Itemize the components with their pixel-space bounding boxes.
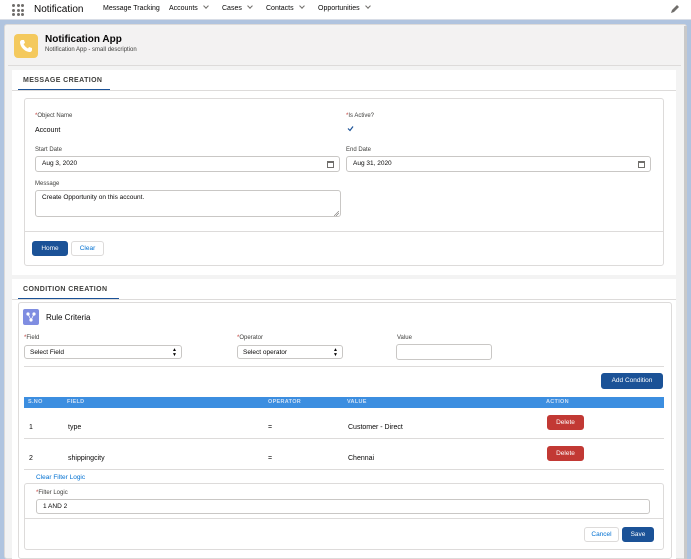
object-name-label: *Object Name [35, 113, 73, 119]
object-name-value: Account [35, 127, 61, 134]
row-1-operator: = [268, 424, 273, 431]
message-form-card [24, 98, 664, 266]
field-select[interactable]: Select Field ▲ ▼ [24, 345, 182, 359]
divider [24, 366, 664, 367]
operator-select[interactable]: Select operator ▲ ▼ [237, 345, 343, 359]
row-1-sno: 1 [29, 424, 33, 431]
rule-criteria-title: Rule Criteria [46, 313, 91, 322]
chevron-down-icon[interactable] [202, 3, 209, 9]
page-subtitle: Notification App - small description [45, 47, 137, 53]
save-button[interactable]: Save [622, 527, 654, 542]
table-row-divider [24, 469, 664, 470]
page-title: Notification App [45, 34, 122, 45]
nav-item-message-tracking[interactable]: Message Tracking [103, 5, 160, 12]
clear-filter-logic-link[interactable]: Clear Filter Logic [36, 474, 85, 481]
calendar-icon[interactable] [327, 161, 334, 168]
row-1-value: Customer - Direct [348, 424, 403, 431]
column-header-sno: S.NO [28, 399, 43, 405]
row-2-sno: 2 [29, 455, 33, 462]
filter-logic-input[interactable]: 1 AND 2 [36, 499, 650, 514]
select-arrows-icon: ▲ ▼ [333, 347, 338, 358]
value-input[interactable] [396, 344, 492, 360]
end-date-input[interactable]: Aug 31, 2020 [346, 156, 651, 172]
row-2-operator: = [268, 455, 273, 462]
is-active-checkbox[interactable] [347, 125, 354, 132]
is-active-label: *Is Active? [346, 113, 375, 119]
cancel-button[interactable]: Cancel [584, 527, 619, 542]
edit-pencil-icon[interactable] [670, 4, 680, 14]
resize-handle-icon[interactable] [334, 211, 339, 216]
page-scrollbar[interactable] [684, 26, 687, 559]
filter-logic-card [24, 483, 664, 550]
nav-item-opportunities[interactable]: Opportunities [318, 3, 371, 12]
chevron-down-icon[interactable] [298, 3, 305, 9]
column-header-value: VALUE [347, 399, 367, 405]
nav-item-accounts[interactable]: Accounts [169, 3, 209, 12]
divider [25, 231, 663, 232]
app-name: Notification [34, 4, 84, 15]
operator-label: *Operator [237, 335, 264, 341]
add-condition-button[interactable]: Add Condition [601, 373, 663, 389]
message-textarea[interactable]: Create Opportunity on this account. [35, 190, 341, 217]
nav-item-contacts[interactable]: Contacts [266, 3, 305, 12]
app-launcher-icon[interactable] [12, 4, 24, 16]
end-date-label: End Date [346, 147, 372, 153]
message-label: Message [35, 181, 60, 187]
table-row-divider [24, 438, 664, 439]
start-date-input[interactable]: Aug 3, 2020 [35, 156, 340, 172]
select-arrows-icon: ▲ ▼ [172, 347, 177, 358]
field-label: *Field [24, 335, 40, 341]
calendar-icon[interactable] [638, 161, 645, 168]
row-2-value: Chennai [348, 455, 375, 462]
delete-row-1-button[interactable]: Delete [547, 415, 584, 430]
phone-icon [14, 34, 38, 58]
chevron-down-icon[interactable] [247, 3, 253, 9]
nav-item-cases[interactable]: Cases [222, 3, 253, 12]
chevron-down-icon[interactable] [364, 3, 371, 9]
row-2-field: shippingcity [68, 455, 105, 462]
start-date-label: Start Date [35, 147, 63, 153]
divider [12, 299, 676, 300]
home-button[interactable]: Home [32, 241, 68, 256]
column-header-action: ACTION [546, 399, 569, 405]
column-header-operator: OPERATOR [268, 399, 302, 405]
delete-row-2-button[interactable]: Delete [547, 446, 584, 461]
column-header-field: FIELD [67, 399, 85, 405]
condition-creation-title: CONDITION CREATION [23, 286, 108, 293]
divider [25, 518, 663, 519]
message-creation-title: MESSAGE CREATION [23, 77, 103, 84]
clear-button[interactable]: Clear [71, 241, 104, 256]
row-1-field: type [68, 424, 82, 431]
value-label: Value [397, 335, 412, 341]
divider [12, 90, 676, 91]
rule-criteria-icon [23, 309, 39, 325]
filter-logic-label: *Filter Logic [36, 490, 68, 496]
